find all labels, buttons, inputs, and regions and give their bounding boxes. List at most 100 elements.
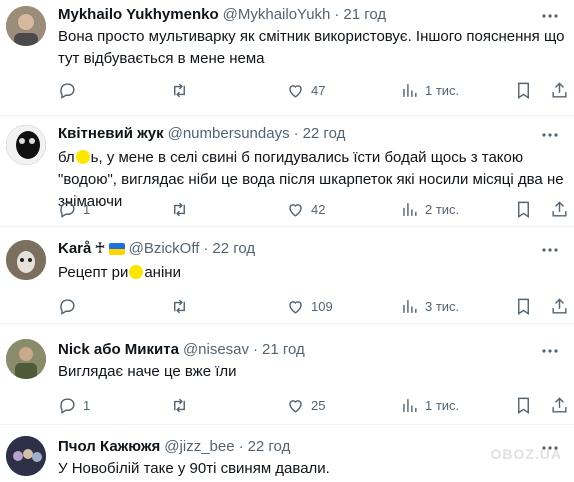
share-button[interactable]	[550, 199, 569, 219]
like-button[interactable]: 47	[286, 80, 325, 100]
views-count: 1 тис.	[425, 82, 460, 98]
reply-button[interactable]	[58, 296, 83, 316]
avatar[interactable]	[6, 125, 46, 165]
cross-badge: ♰	[94, 240, 106, 257]
timestamp[interactable]: 21 год	[343, 6, 386, 24]
separator-dot: ·	[253, 341, 259, 358]
separator-dot: ·	[203, 240, 209, 257]
views-count: 3 тис.	[425, 298, 460, 314]
author-handle[interactable]: @nisesav	[183, 341, 249, 359]
reply-button[interactable]: 1	[58, 395, 90, 415]
bookmark-button[interactable]	[514, 80, 533, 100]
separator-dot: ·	[334, 6, 340, 23]
share-icon	[552, 297, 567, 314]
reply-icon	[60, 397, 75, 414]
tweet[interactable]: Квітневий жук @numbersundays · 22 год бл…	[0, 117, 574, 227]
timestamp[interactable]: 21 год	[262, 341, 305, 359]
retweet-button[interactable]	[170, 395, 189, 415]
tweet-actions: 1 42 2 тис.	[50, 199, 567, 219]
like-count: 25	[311, 397, 326, 413]
more-options-icon[interactable]	[540, 240, 560, 260]
share-button[interactable]	[550, 80, 569, 100]
text-part: бл	[58, 149, 75, 166]
timestamp[interactable]: 22 год	[248, 438, 291, 456]
reply-button[interactable]: 1	[58, 199, 90, 219]
retweet-icon	[174, 299, 185, 313]
tweet-text: Виглядає наче це вже їли	[58, 363, 237, 380]
avatar[interactable]	[6, 339, 46, 379]
text-part: Рецепт ри	[58, 264, 129, 281]
views-icon	[403, 299, 417, 313]
more-options-icon[interactable]	[540, 6, 560, 26]
reply-count: 1	[83, 201, 91, 217]
timestamp[interactable]: 22 год	[212, 240, 255, 258]
bookmark-icon	[518, 298, 529, 315]
tweet-header: Mykhailo Yukhymenko @MykhailoYukh · 21 г…	[58, 6, 386, 24]
reply-count: 1	[83, 397, 91, 413]
avatar[interactable]	[6, 240, 46, 280]
heart-icon	[289, 84, 302, 98]
bookmark-button[interactable]	[514, 395, 533, 415]
heart-icon	[289, 203, 302, 217]
tweet-text: Вона просто мультиварку як смітник викор…	[58, 28, 565, 67]
heart-icon	[289, 399, 302, 413]
views-button[interactable]: 3 тис.	[400, 296, 459, 316]
like-button[interactable]: 42	[286, 199, 325, 219]
bookmark-button[interactable]	[514, 296, 533, 316]
retweet-button[interactable]	[170, 80, 189, 100]
author-name[interactable]: Квітневий жук	[58, 125, 164, 143]
share-icon	[552, 81, 567, 98]
author-handle[interactable]: @jizz_bee	[164, 438, 234, 456]
reply-icon	[60, 82, 75, 99]
tweet[interactable]: Mykhailo Yukhymenko @MykhailoYukh · 21 г…	[0, 0, 574, 116]
bookmark-icon	[518, 397, 529, 414]
share-button[interactable]	[550, 395, 569, 415]
reply-button[interactable]	[58, 80, 83, 100]
views-count: 1 тис.	[425, 397, 460, 413]
tweet-header: Квітневий жук @numbersundays · 22 год	[58, 125, 345, 143]
views-button[interactable]: 1 тис.	[400, 395, 459, 415]
author-name[interactable]: Mykhailo Yukhymenko	[58, 6, 219, 24]
separator-dot: ·	[238, 438, 244, 455]
reply-icon	[60, 298, 75, 315]
retweet-button[interactable]	[170, 296, 189, 316]
tweet[interactable]: Karå ♰ @BzickOff · 22 год Рецепт ри аніни…	[0, 228, 574, 324]
views-button[interactable]: 1 тис.	[400, 80, 459, 100]
share-button[interactable]	[550, 296, 569, 316]
like-count: 42	[311, 201, 326, 217]
tweet-header: Karå ♰ @BzickOff · 22 год	[58, 240, 255, 258]
views-icon	[403, 202, 417, 216]
tweet[interactable]: Nick або Микита @nisesav · 21 год Вигляд…	[0, 325, 574, 425]
like-button[interactable]: 25	[286, 395, 325, 415]
tweet[interactable]: Пчол Кажюжя @jizz_bee · 22 год У Новобіл…	[0, 426, 574, 482]
like-button[interactable]: 109	[286, 296, 333, 316]
separator-dot: ·	[293, 125, 299, 142]
author-handle[interactable]: @BzickOff	[129, 240, 200, 258]
retweet-button[interactable]	[170, 199, 189, 219]
views-icon	[403, 398, 417, 412]
tweet-actions: 47 1 тис.	[50, 80, 567, 100]
retweet-icon	[174, 202, 185, 216]
reply-icon	[60, 201, 75, 218]
author-name[interactable]: Nick або Микита	[58, 341, 179, 359]
timestamp[interactable]: 22 год	[303, 125, 346, 143]
share-icon	[552, 396, 567, 413]
views-count: 2 тис.	[425, 201, 460, 217]
tweet-text: Рецепт ри аніни	[58, 262, 568, 284]
author-name[interactable]: Пчол Кажюжя	[58, 438, 160, 456]
avatar[interactable]	[6, 6, 46, 46]
more-options-icon[interactable]	[540, 125, 560, 145]
bookmark-button[interactable]	[514, 199, 533, 219]
censor-mark	[75, 150, 90, 164]
author-name[interactable]: Karå	[58, 240, 91, 258]
like-count: 109	[311, 298, 333, 314]
views-button[interactable]: 2 тис.	[400, 199, 459, 219]
retweet-icon	[174, 83, 185, 97]
author-handle[interactable]: @numbersundays	[168, 125, 290, 143]
tweet-header: Пчол Кажюжя @jizz_bee · 22 год	[58, 438, 290, 456]
bookmark-icon	[518, 201, 529, 218]
author-handle[interactable]: @MykhailoYukh	[223, 6, 331, 24]
avatar[interactable]	[6, 436, 46, 476]
more-options-icon[interactable]	[540, 341, 560, 361]
tweet-actions: 1 25 1 тис.	[50, 395, 567, 415]
